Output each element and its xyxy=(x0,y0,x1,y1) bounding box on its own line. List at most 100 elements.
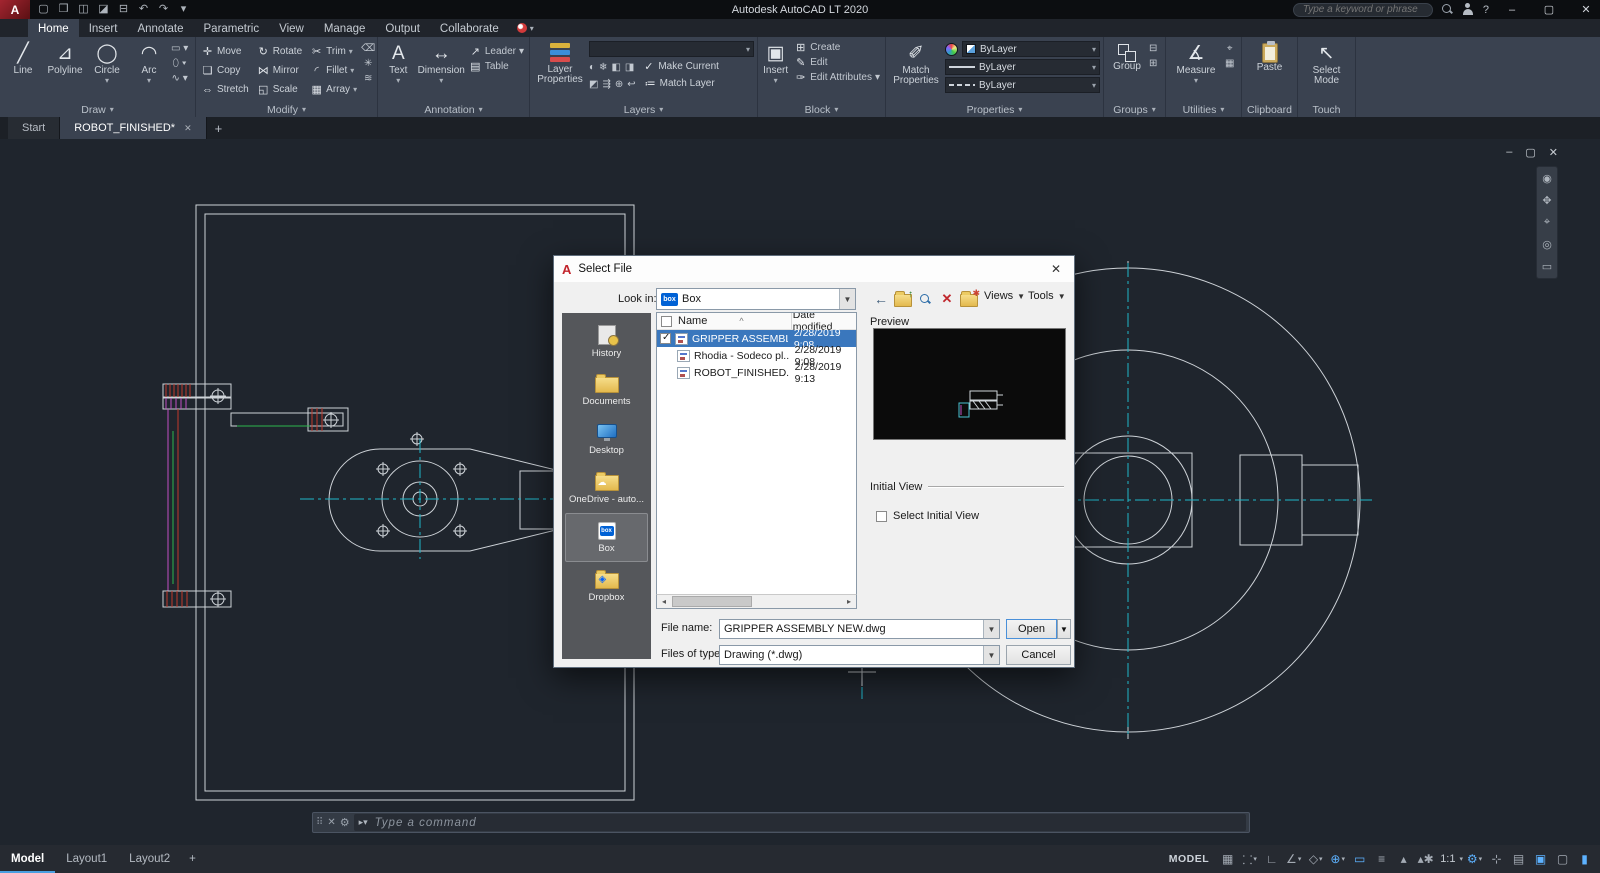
stretch-button[interactable]: ⇔Stretch xyxy=(199,80,251,99)
place-onedrive[interactable]: ☁ OneDrive - auto... xyxy=(565,464,648,513)
delete-button[interactable]: ✕ xyxy=(938,290,956,308)
help-icon[interactable]: ? xyxy=(1483,4,1489,16)
offset-tool-icon[interactable]: ≋ xyxy=(361,73,375,85)
rectangle-tool-icon[interactable]: ▭ ▾ xyxy=(171,43,188,55)
customize-qat-icon[interactable]: ▾ xyxy=(174,0,193,19)
polyline-button[interactable]: ⊿Polyline xyxy=(45,40,85,102)
search-icon[interactable] xyxy=(1442,4,1453,15)
scroll-left-icon[interactable]: ◂ xyxy=(657,595,671,608)
utilities-panel-label[interactable]: Utilities▾ xyxy=(1166,102,1241,117)
redo-icon[interactable]: ↷ xyxy=(154,0,173,19)
layout-tab-layout2[interactable]: Layout2 xyxy=(118,845,181,873)
dialog-close-button[interactable]: ✕ xyxy=(1038,256,1074,282)
erase-tool-icon[interactable]: ⌫ xyxy=(361,43,375,55)
object-snap-icon[interactable]: ⊕▾ xyxy=(1327,849,1348,869)
autocad-logo-icon[interactable]: A xyxy=(0,0,30,19)
array-button[interactable]: ▦Array▾ xyxy=(308,80,359,99)
layout-tab-model[interactable]: Model xyxy=(0,845,55,873)
up-one-level-button[interactable]: ↑ xyxy=(894,290,912,308)
pan-icon[interactable]: ✥ xyxy=(1542,194,1551,207)
annotation-panel-label[interactable]: Annotation▾ xyxy=(378,102,529,117)
match-properties-button[interactable]: ✐Match Properties xyxy=(889,40,943,102)
dimension-button[interactable]: ↔Dimension▾ xyxy=(418,40,465,102)
mirror-button[interactable]: ⋈Mirror xyxy=(255,61,304,80)
lineweight-display-icon[interactable]: ≡ xyxy=(1371,849,1392,869)
workspace-switching-icon[interactable]: ⚙▾ xyxy=(1464,849,1485,869)
layer-merge-icon[interactable]: ⊕ xyxy=(615,79,623,91)
layers-panel-label[interactable]: Layers▾ xyxy=(530,102,757,117)
lineweight-dropdown[interactable]: ByLayer▾ xyxy=(945,59,1100,75)
clean-screen-icon[interactable]: ▮ xyxy=(1574,849,1595,869)
select-initial-view-checkbox[interactable] xyxy=(876,511,887,522)
customize-command-icon[interactable]: ⚙ xyxy=(340,816,350,829)
layer-isolate-icon[interactable]: ◨ xyxy=(625,62,634,74)
command-line[interactable]: ⠿ ✕ ⚙ ▸▾ Type a command xyxy=(312,812,1250,833)
layer-freeze-icon[interactable]: ❄ xyxy=(599,62,607,74)
leader-button[interactable]: ↗Leader▾ xyxy=(467,46,526,58)
layer-prev-icon[interactable]: ↩ xyxy=(627,79,635,91)
cancel-button[interactable]: Cancel xyxy=(1006,645,1071,665)
object-color-dropdown[interactable]: ByLayer▾ xyxy=(962,41,1100,57)
modify-panel-label[interactable]: Modify▾ xyxy=(196,102,377,117)
quick-calc-icon[interactable]: ▦ xyxy=(1225,58,1234,70)
command-grip-icon[interactable]: ⠿ xyxy=(316,817,323,828)
measure-button[interactable]: ∡Measure▾ xyxy=(1169,40,1223,102)
open-options-button[interactable]: ▼ xyxy=(1057,619,1071,639)
polar-tracking-icon[interactable]: ∠▾ xyxy=(1283,849,1304,869)
annotation-monitor-icon[interactable]: ⊹ xyxy=(1486,849,1507,869)
paste-button[interactable]: Paste xyxy=(1250,40,1290,102)
save-as-icon[interactable]: ◪ xyxy=(94,0,113,19)
open-button[interactable]: Open xyxy=(1006,619,1057,639)
autoscale-icon[interactable]: ▴✱ xyxy=(1415,849,1436,869)
place-history[interactable]: History xyxy=(565,317,648,366)
maximize-button[interactable]: ▢ xyxy=(1535,0,1563,19)
tab-insert[interactable]: Insert xyxy=(79,19,128,37)
create-block-button[interactable]: ⊞Create xyxy=(792,42,882,54)
full-navigation-wheel-icon[interactable]: ◉ xyxy=(1542,172,1552,185)
model-space-badge[interactable]: MODEL xyxy=(1169,853,1209,865)
layer-off-icon[interactable]: ◐ xyxy=(589,62,595,74)
zoom-extents-icon[interactable]: ⌖ xyxy=(1544,216,1550,229)
tab-output[interactable]: Output xyxy=(375,19,430,37)
table-button[interactable]: ▤Table xyxy=(467,61,526,73)
drawing-close-icon[interactable]: ✕ xyxy=(1549,146,1558,159)
place-documents[interactable]: Documents xyxy=(565,366,648,415)
sign-in-icon[interactable] xyxy=(1462,3,1474,16)
lock-ui-icon[interactable]: ▢ xyxy=(1552,849,1573,869)
isometric-drafting-icon[interactable]: ◇▾ xyxy=(1305,849,1326,869)
move-button[interactable]: ✛Move xyxy=(199,42,251,61)
file-tab-start[interactable]: Start xyxy=(8,117,60,139)
tab-view[interactable]: View xyxy=(269,19,314,37)
explode-tool-icon[interactable]: ✳ xyxy=(361,58,375,70)
groups-panel-label[interactable]: Groups▾ xyxy=(1104,102,1165,117)
scroll-right-icon[interactable]: ▸ xyxy=(842,595,856,608)
new-layout-button[interactable]: + xyxy=(181,853,204,865)
plot-icon[interactable]: ⊟ xyxy=(114,0,133,19)
block-panel-label[interactable]: Block▾ xyxy=(758,102,885,117)
select-initial-view-option[interactable]: Select Initial View xyxy=(876,510,979,522)
layer-properties-button[interactable]: Layer Properties xyxy=(533,40,587,102)
chevron-down-icon[interactable]: ▼ xyxy=(839,289,855,309)
extra-tab-menu[interactable]: ▾ xyxy=(509,19,542,37)
copy-button[interactable]: ❏Copy xyxy=(199,61,251,80)
views-menu-button[interactable]: Views▼ xyxy=(984,290,1025,302)
tools-menu-button[interactable]: Tools▼ xyxy=(1028,290,1066,302)
tab-parametric[interactable]: Parametric xyxy=(194,19,270,37)
group-button[interactable]: Group xyxy=(1107,40,1147,102)
save-icon[interactable]: ◫ xyxy=(74,0,93,19)
ellipse-tool-icon[interactable]: ⬯ ▾ xyxy=(171,58,188,70)
create-new-folder-button[interactable]: ✱ xyxy=(960,290,978,308)
orbit-icon[interactable]: ◎ xyxy=(1542,238,1552,251)
row-checkbox[interactable] xyxy=(660,333,671,344)
search-input[interactable] xyxy=(1293,3,1433,17)
dialog-title-bar[interactable]: A Select File ✕ xyxy=(554,256,1074,282)
place-dropbox[interactable]: ◈ Dropbox xyxy=(565,562,648,611)
tab-manage[interactable]: Manage xyxy=(314,19,376,37)
quick-properties-icon[interactable]: ▣ xyxy=(1530,849,1551,869)
group-edit-icon[interactable]: ⊞ xyxy=(1149,58,1157,70)
undo-icon[interactable]: ↶ xyxy=(134,0,153,19)
minimize-button[interactable]: – xyxy=(1498,0,1526,19)
text-button[interactable]: AText▾ xyxy=(381,40,416,102)
edit-attributes-button[interactable]: ✑Edit Attributes▾ xyxy=(792,72,882,84)
line-button[interactable]: ╱Line xyxy=(3,40,43,102)
